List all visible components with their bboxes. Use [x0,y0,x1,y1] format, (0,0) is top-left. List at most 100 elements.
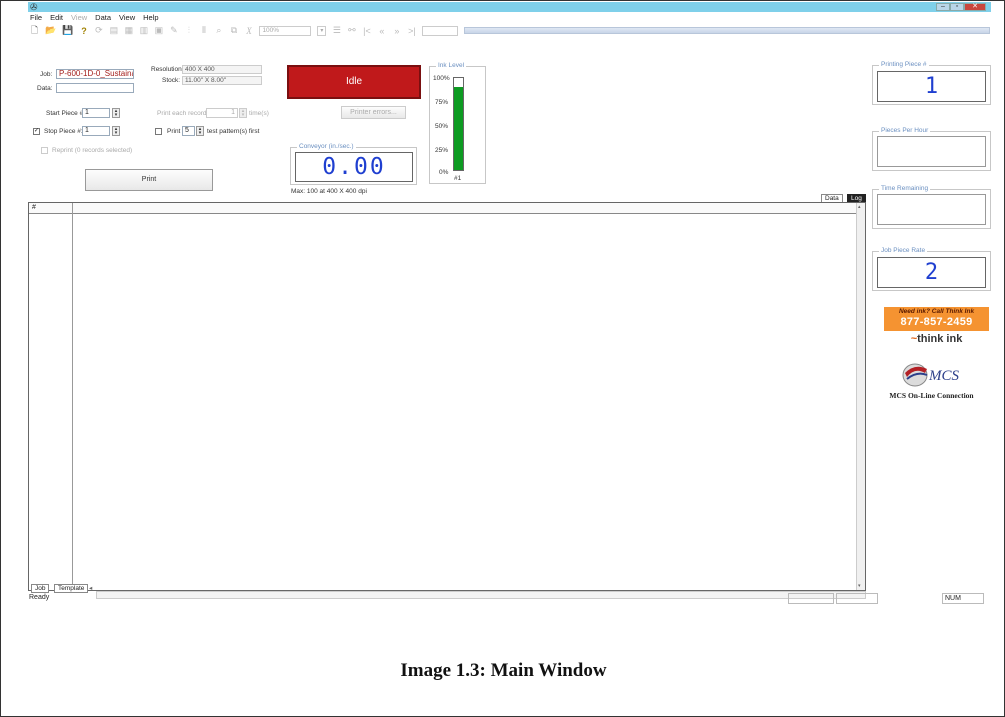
open-folder-icon[interactable]: 📂 [45,25,56,36]
layout-icon[interactable]: ▦ [124,25,134,36]
status-pane-1 [788,593,834,604]
test-pattern-checkbox[interactable] [155,128,162,135]
times-label: time(s) [249,110,269,117]
printer-status-indicator: Idle [287,65,421,99]
toolbar-band [464,27,990,34]
print-button[interactable]: Print [85,169,213,191]
close-button[interactable]: ✕ [964,3,986,11]
job-piece-rate-display: 2 [877,257,986,288]
edit-image-icon[interactable]: ✎ [169,25,178,36]
mcs-globe-icon [902,363,928,387]
think-ink-ad[interactable]: Need ink? Call Think Ink 877-857-2459 ~t… [884,307,989,350]
image-icon[interactable]: ▣ [154,25,164,36]
binoculars-icon[interactable]: ⚯ [347,25,356,36]
screenshot-page: ✇ – ▫ ✕ File Edit View Data View Help 🗋 … [0,0,1005,717]
stock-value: 11.00" X 8.00" [182,76,262,85]
think-ink-logo: think ink [917,333,963,345]
test-count-input[interactable]: 5 [182,126,195,136]
search-icon[interactable]: ⌕ [214,25,223,36]
data-field[interactable] [56,83,134,93]
menu-view-disabled: View [71,13,88,22]
zoom-input[interactable]: 100% [259,25,312,36]
app-logo-icon: ✇ [30,2,38,12]
menu-view[interactable]: View [119,13,135,23]
status-num: NUM [942,593,984,604]
first-record-icon[interactable]: |< [362,26,371,36]
job-label: Job: [40,71,53,78]
menu-help[interactable]: Help [143,13,158,23]
previous-record-icon[interactable]: « [377,26,386,36]
start-piece-label: Start Piece #: [46,110,86,117]
start-piece-stepper[interactable]: ▴ ▾ [112,108,120,118]
barcode-icon[interactable]: ⦀ [199,25,208,36]
job-name-field[interactable]: P-600-1D-0_Sustainal [56,69,134,79]
reprint-label: Reprint (0 records selected) [52,147,133,154]
record-number-input[interactable] [422,25,459,36]
list-icon[interactable]: ☰ [332,25,341,36]
status-pane-2 [836,593,878,604]
stock-label: Stock: [162,77,181,84]
stop-piece-input[interactable]: 1 [82,126,110,136]
refresh-icon[interactable]: ⟳ [94,25,103,36]
new-file-icon[interactable]: 🗋 [30,23,39,39]
resolution-value: 400 X 400 [182,65,262,74]
print-each-stepper[interactable]: ▴ ▾ [239,108,247,118]
mcs-caption: MCS On-Line Connection [889,391,974,400]
function-icon[interactable]: X [244,26,253,36]
window-controls: – ▫ ✕ [936,3,986,11]
conveyor-max-label: Max: 100 at 400 X 400 dpi [291,188,367,195]
menu-file[interactable]: File [30,13,42,23]
ink-level-title: Ink Level [436,62,467,69]
minimize-button[interactable]: – [936,3,950,11]
row-number-header: # [29,203,73,214]
mcs-logo: MCS [929,368,959,384]
data-grid[interactable]: # ▴ ▾ [28,202,866,591]
think-ink-tagline: Need ink? Call Think Ink [898,308,975,315]
menu-bar: File Edit View Data View Help [30,13,159,23]
last-record-icon[interactable]: >| [407,26,416,36]
resolution-label: Resolution: [151,66,184,73]
reprint-checkbox[interactable] [41,147,48,154]
scroll-up-icon[interactable]: ▴ [858,204,861,210]
printer-errors-button[interactable]: Printer errors... [341,106,406,119]
test-pattern-label: test pattern(s) first [207,128,260,135]
maximize-button[interactable]: ▫ [950,3,964,11]
copy-icon[interactable]: ⧉ [229,25,238,36]
printing-piece-title: Printing Piece # [879,61,929,68]
next-record-icon[interactable]: » [392,26,401,36]
pieces-per-hour-title: Pieces Per Hour [879,127,931,134]
stop-piece-label: Stop Piece #: [44,128,83,135]
ink-tick-100: 100% [433,75,450,82]
ink-level-fill [454,87,463,170]
start-piece-input[interactable]: 1 [82,108,110,118]
print-each-input[interactable]: 1 [206,108,238,118]
stop-piece-checkbox[interactable]: ✓ [33,128,40,135]
conveyor-speed-display: 0.00 [295,152,413,182]
row-header-column [29,214,73,590]
help-icon[interactable]: ? [79,26,88,36]
toolbar: 🗋 📂 💾 ? ⟳ ▤ ▦ ▥ ▣ ✎ ⫶ ⦀ ⌕ ⧉ X 100% ▾ ☰ ⚯… [30,24,990,37]
ink-level-bar [453,77,464,171]
stop-piece-stepper[interactable]: ▴ ▾ [112,126,120,136]
menu-data[interactable]: Data [95,13,111,23]
tab-template[interactable]: Template [54,584,89,593]
chevron-down-icon[interactable]: ▾ [317,25,327,36]
figure-caption: Image 1.3: Main Window [400,660,607,681]
time-remaining-title: Time Remaining [879,185,931,192]
save-icon[interactable]: 💾 [62,25,73,36]
ink-tick-25: 25% [435,147,449,154]
status-bar: Ready NUM [28,593,991,605]
template-icon[interactable]: ▤ [109,25,119,36]
vertical-scrollbar[interactable]: ▴ ▾ [856,203,865,590]
record-icon[interactable]: ▥ [139,25,149,36]
print-test-label: Print [167,128,181,135]
test-count-stepper[interactable]: ▴ ▾ [196,126,204,136]
menu-edit[interactable]: Edit [50,13,63,23]
scroll-down-icon[interactable]: ▾ [858,583,861,589]
mcs-online-ad[interactable]: MCS MCS On-Line Connection [873,359,990,405]
chart-icon[interactable]: ⫶ [184,25,193,36]
tab-scroll-left-icon[interactable]: ◂ [89,584,92,592]
job-piece-rate-title: Job Piece Rate [879,247,928,254]
tab-job[interactable]: Job [31,584,50,593]
think-ink-phone: 877-857-2459 [900,316,973,328]
